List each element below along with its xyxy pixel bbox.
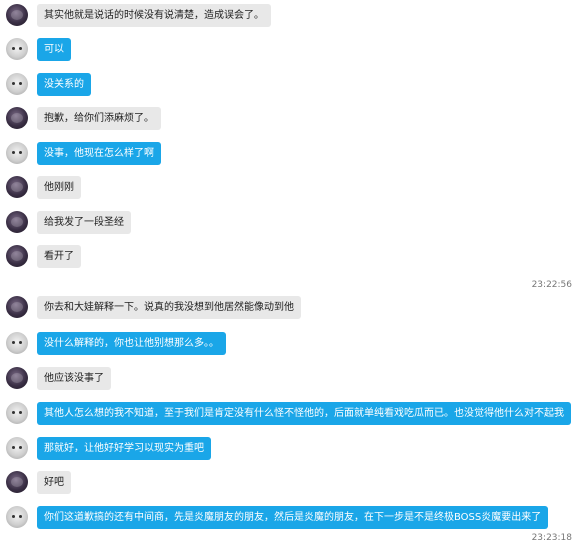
message-row: 他刚刚 [0, 172, 580, 206]
my-avatar[interactable] [6, 402, 28, 424]
message-row: 你们这道歉搞的还有中间商，先是炎魔朋友的朋友，然后是炎魔的朋友，在下一步是不是终… [0, 502, 580, 536]
message-row: 给我发了一段圣经 [0, 207, 580, 241]
my-avatar[interactable] [6, 142, 28, 164]
contact-avatar[interactable] [6, 107, 28, 129]
my-avatar[interactable] [6, 38, 28, 60]
contact-avatar[interactable] [6, 296, 28, 318]
message-row: 没事，他现在怎么样了啊 [0, 138, 580, 172]
message-bubble[interactable]: 没关系的 [37, 73, 91, 96]
message-bubble[interactable]: 可以 [37, 38, 71, 61]
my-avatar[interactable] [6, 506, 28, 528]
contact-avatar[interactable] [6, 4, 28, 26]
chat-history: 其实他就是说话的时候没有说清楚，造成误会了。 可以 没关系的 抱歉，给你们添麻烦… [0, 0, 580, 543]
message-row: 抱歉，给你们添麻烦了。 [0, 103, 580, 137]
message-bubble[interactable]: 好吧 [37, 471, 71, 494]
message-row: 其实他就是说话的时候没有说清楚，造成误会了。 [0, 0, 580, 34]
message-bubble[interactable]: 你们这道歉搞的还有中间商，先是炎魔朋友的朋友，然后是炎魔的朋友，在下一步是不是终… [37, 506, 549, 529]
message-row: 那就好，让他好好学习以现实为重吧 [0, 433, 580, 467]
message-bubble[interactable]: 其他人怎么想的我不知道，至于我们是肯定没有什么怪不怪他的，后面就单纯看戏吃瓜而已… [37, 402, 571, 425]
my-avatar[interactable] [6, 437, 28, 459]
message-bubble[interactable]: 其实他就是说话的时候没有说清楚，造成误会了。 [37, 4, 271, 27]
message-row: 他应该没事了 [0, 363, 580, 397]
message-bubble[interactable]: 给我发了一段圣经 [37, 211, 131, 234]
message-bubble[interactable]: 那就好，让他好好学习以现实为重吧 [37, 437, 211, 460]
message-row: 看开了 [0, 241, 580, 275]
contact-avatar[interactable] [6, 471, 28, 493]
my-avatar[interactable] [6, 73, 28, 95]
message-bubble[interactable]: 他应该没事了 [37, 367, 111, 390]
contact-avatar[interactable] [6, 176, 28, 198]
timestamp: 23:22:56 [531, 280, 572, 290]
timestamp: 23:23:18 [531, 533, 572, 543]
my-avatar[interactable] [6, 332, 28, 354]
message-row: 你去和大娃解释一下。说真的我没想到他居然能像动到他 [0, 292, 580, 326]
message-bubble[interactable]: 没事，他现在怎么样了啊 [37, 142, 161, 165]
message-bubble[interactable]: 抱歉，给你们添麻烦了。 [37, 107, 161, 130]
contact-avatar[interactable] [6, 211, 28, 233]
message-row: 好吧 [0, 467, 580, 501]
contact-avatar[interactable] [6, 367, 28, 389]
message-row: 没关系的 [0, 69, 580, 103]
message-row: 其他人怎么想的我不知道，至于我们是肯定没有什么怪不怪他的，后面就单纯看戏吃瓜而已… [0, 398, 580, 432]
message-bubble[interactable]: 没什么解释的，你也让他别想那么多。。 [37, 332, 226, 355]
message-row: 可以 [0, 34, 580, 68]
message-row: 没什么解释的，你也让他别想那么多。。 [0, 328, 580, 362]
contact-avatar[interactable] [6, 245, 28, 267]
message-bubble[interactable]: 你去和大娃解释一下。说真的我没想到他居然能像动到他 [37, 296, 301, 319]
message-bubble[interactable]: 看开了 [37, 245, 81, 268]
message-bubble[interactable]: 他刚刚 [37, 176, 81, 199]
